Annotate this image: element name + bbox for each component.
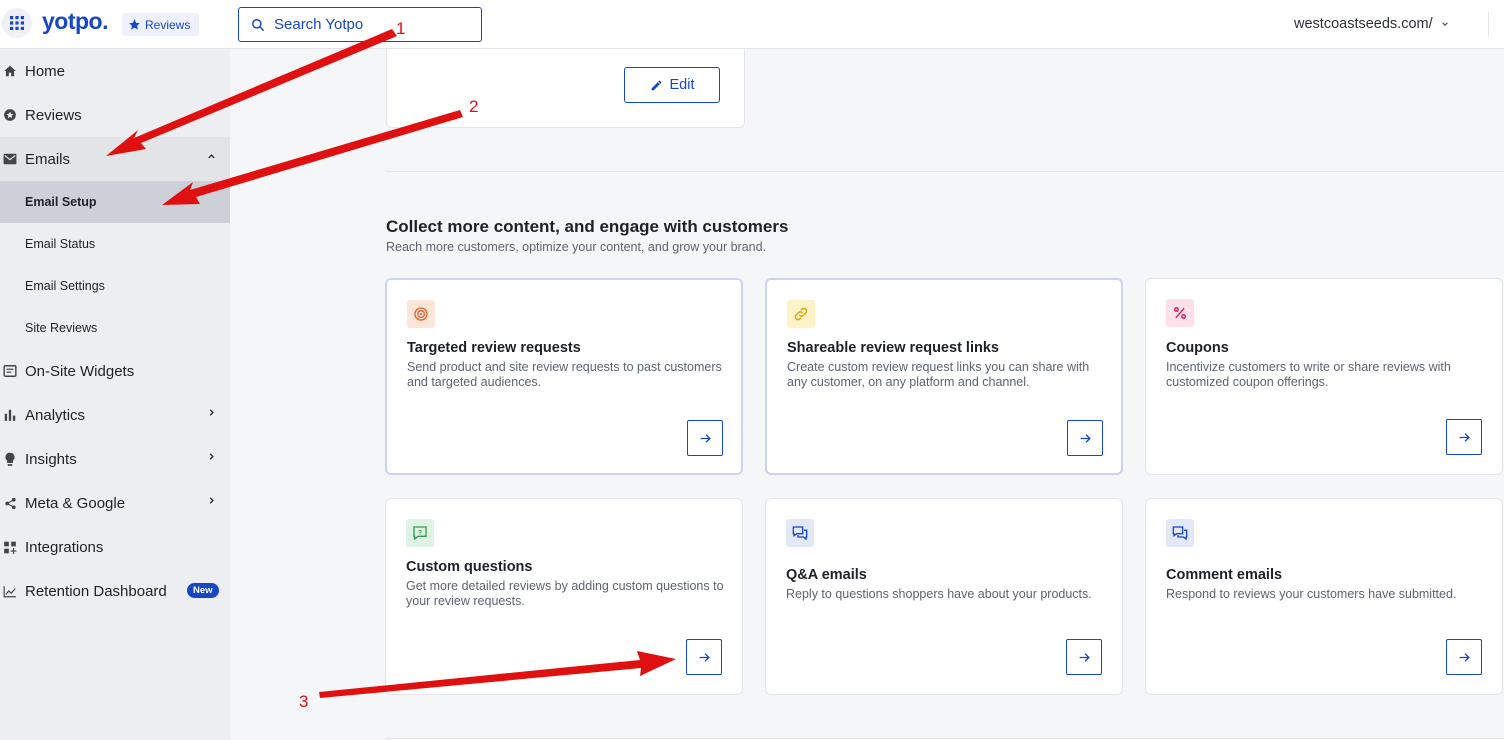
- card-arrow-button[interactable]: [1446, 639, 1482, 675]
- chat-bubbles-icon: [1166, 519, 1194, 547]
- card-qa-emails[interactable]: Q&A emails Reply to questions shoppers h…: [765, 498, 1123, 695]
- sidebar-item-label: Reviews: [25, 106, 82, 124]
- top-bar: yotpo. Reviews westcoastseeds.com/: [0, 0, 1504, 49]
- chevron-right-icon: [207, 452, 216, 464]
- annotation-number-3: 3: [299, 692, 309, 711]
- annotation-number-2: 2: [469, 97, 479, 116]
- sidebar-item-label: On-Site Widgets: [25, 362, 135, 380]
- sidebar-item-home[interactable]: Home: [0, 49, 230, 93]
- annotation-number-1: 1: [396, 19, 406, 38]
- sidebar-item-analytics[interactable]: Analytics: [0, 393, 230, 437]
- card-description: Reply to questions shoppers have about y…: [786, 587, 1092, 601]
- sidebar-item-label: Insights: [25, 450, 77, 468]
- card-title: Targeted review requests: [407, 340, 581, 356]
- link-icon: [787, 300, 815, 328]
- sidebar-item-retention-dashboard[interactable]: Retention Dashboard New: [0, 569, 230, 613]
- arrow-right-icon: [699, 652, 710, 662]
- product-badge-label: Reviews: [145, 17, 191, 32]
- product-badge[interactable]: Reviews: [122, 13, 200, 36]
- mail-icon: [3, 152, 17, 166]
- sidebar-item-integrations[interactable]: Integrations: [0, 525, 230, 569]
- percent-icon: [1166, 299, 1194, 327]
- card-title: Comment emails: [1166, 567, 1283, 583]
- question-bubble-icon: ?: [406, 519, 434, 547]
- section-subtitle: Reach more customers, optimize your cont…: [386, 240, 767, 254]
- chat-bubbles-icon: [786, 519, 814, 547]
- divider: [386, 171, 1504, 172]
- star-icon: [129, 19, 140, 30]
- arrow-right-icon: [1459, 432, 1470, 442]
- card-comment-emails[interactable]: Comment emails Respond to reviews your c…: [1145, 498, 1503, 695]
- divider: [386, 738, 1504, 739]
- arrow-right-icon: [1459, 652, 1470, 662]
- sidebar-item-label: Analytics: [25, 406, 86, 424]
- arrow-right-icon: [1079, 652, 1090, 662]
- target-icon: [407, 300, 435, 328]
- chevron-down-icon: [1441, 22, 1448, 27]
- card-title: Coupons: [1166, 340, 1229, 356]
- chevron-right-icon: [207, 496, 216, 508]
- sidebar-item-label: Home: [25, 62, 66, 80]
- card-arrow-button[interactable]: [687, 420, 723, 456]
- sidebar-item-reviews[interactable]: Reviews: [0, 93, 230, 137]
- svg-text:?: ?: [418, 530, 422, 537]
- section-title: Collect more content, and engage with cu…: [386, 217, 789, 236]
- search-icon: [252, 18, 264, 31]
- card-targeted-review-requests[interactable]: Targeted review requests Send product an…: [385, 278, 743, 475]
- sidebar-item-label: Integrations: [25, 538, 104, 556]
- app-switcher-button[interactable]: [2, 8, 32, 38]
- sidebar-subitem-email-settings[interactable]: Email Settings: [0, 265, 230, 307]
- card-arrow-button[interactable]: [1446, 419, 1482, 455]
- chevron-up-icon: [207, 152, 216, 164]
- star-circle-icon: [3, 108, 17, 122]
- card-title: Q&A emails: [786, 567, 867, 583]
- chevron-right-icon: [207, 408, 216, 420]
- store-selector[interactable]: westcoastseeds.com/: [1294, 16, 1449, 32]
- card-description: Incentivize customers to write or share …: [1166, 360, 1451, 389]
- sidebar-item-label: Emails: [25, 150, 71, 168]
- sidebar: Home Reviews Emails Email Setup Email St…: [0, 49, 230, 740]
- search-box[interactable]: [238, 7, 482, 42]
- new-badge: New: [187, 583, 219, 598]
- sidebar-subitem-email-setup[interactable]: Email Setup: [0, 181, 230, 223]
- sidebar-item-meta-google[interactable]: Meta & Google: [0, 481, 230, 525]
- sidebar-item-insights[interactable]: Insights: [0, 437, 230, 481]
- card-description: Create custom review request links you c…: [787, 360, 1090, 389]
- search-input[interactable]: [274, 16, 464, 33]
- sidebar-subitem-email-status[interactable]: Email Status: [0, 223, 230, 265]
- line-chart-icon: [3, 584, 17, 598]
- card-shareable-review-request-links[interactable]: Shareable review request links Create cu…: [765, 278, 1123, 475]
- sidebar-item-on-site-widgets[interactable]: On-Site Widgets: [0, 349, 230, 393]
- sidebar-item-label: Meta & Google: [25, 494, 126, 512]
- share-icon: [3, 496, 17, 510]
- arrow-right-icon: [700, 433, 711, 443]
- edit-button[interactable]: Edit: [624, 67, 720, 103]
- divider: [1488, 12, 1489, 37]
- lightbulb-icon: [3, 452, 17, 466]
- card-custom-questions[interactable]: ? Custom questions Get more detailed rev…: [385, 498, 743, 695]
- widget-icon: [3, 364, 17, 378]
- card-title: Custom questions: [406, 559, 533, 575]
- card-description: Respond to reviews your customers have s…: [1166, 587, 1457, 601]
- card-description: Send product and site review requests to…: [407, 360, 722, 389]
- card-description: Get more detailed reviews by adding cust…: [406, 579, 724, 608]
- card-arrow-button[interactable]: [1067, 420, 1103, 456]
- card-coupons[interactable]: Coupons Incentivize customers to write o…: [1145, 278, 1503, 475]
- home-icon: [3, 64, 17, 78]
- store-name: westcoastseeds.com/: [1294, 16, 1433, 32]
- bar-chart-icon: [3, 408, 17, 422]
- pencil-icon: [651, 80, 661, 90]
- arrow-right-icon: [1080, 433, 1091, 443]
- card-title: Shareable review request links: [787, 340, 999, 356]
- grid-plus-icon: [3, 540, 17, 554]
- sidebar-subitem-site-reviews[interactable]: Site Reviews: [0, 307, 230, 349]
- brand-logo[interactable]: yotpo.: [42, 8, 109, 35]
- sidebar-item-label: Retention Dashboard: [25, 582, 167, 600]
- edit-button-label: Edit: [669, 77, 695, 93]
- card-arrow-button[interactable]: [686, 639, 722, 675]
- card-arrow-button[interactable]: [1066, 639, 1102, 675]
- grid-dots-icon: [10, 16, 24, 30]
- sidebar-item-emails[interactable]: Emails: [0, 137, 230, 181]
